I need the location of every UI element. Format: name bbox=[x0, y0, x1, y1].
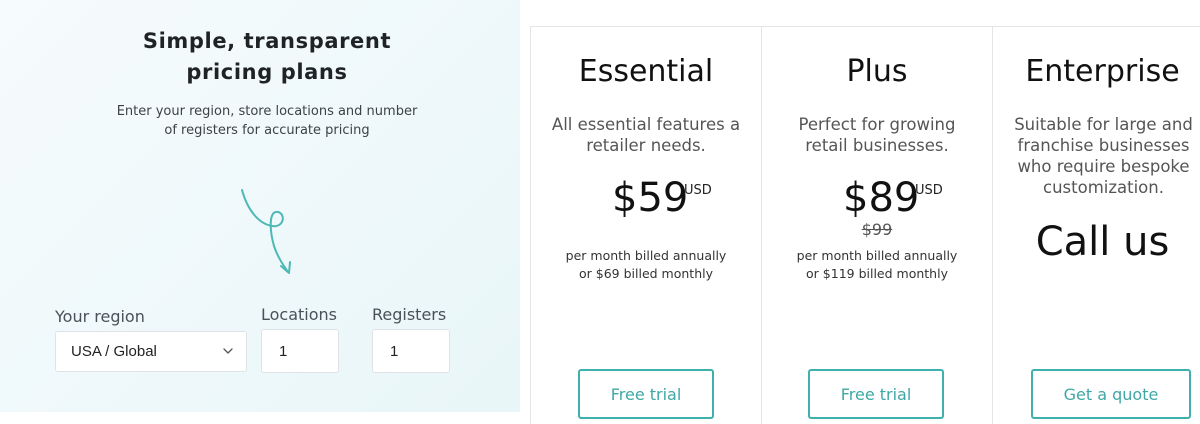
price-row: $89 USD bbox=[762, 175, 992, 225]
locations-value: 1 bbox=[279, 342, 288, 360]
plan-name: Enterprise bbox=[1025, 54, 1180, 89]
pricing-plans: Essential All essential features a retai… bbox=[530, 26, 1200, 424]
plan-name: Plus bbox=[846, 54, 908, 89]
registers-input[interactable]: 1 bbox=[372, 329, 450, 373]
billing-line: per month billed annually bbox=[565, 248, 727, 263]
plan-price: $89 bbox=[843, 175, 920, 221]
plan-description: Perfect for growing retail businesses. bbox=[770, 114, 984, 156]
plan-description-line: retailer needs. bbox=[586, 136, 706, 155]
price-currency: USD bbox=[684, 183, 712, 198]
free-trial-button[interactable]: Free trial bbox=[808, 369, 944, 419]
billing-info: per month billed annually or $119 billed… bbox=[762, 247, 992, 283]
plan-description-line: retail businesses. bbox=[805, 136, 949, 155]
headline-line-1: Simple, transparent bbox=[142, 29, 392, 53]
headline-line-2: pricing plans bbox=[186, 60, 348, 84]
plan-description-line: customization. bbox=[1043, 178, 1164, 197]
subtext-line-2: of registers for accurate pricing bbox=[164, 123, 370, 138]
billing-line: or $119 billed monthly bbox=[806, 266, 948, 281]
billing-info: per month billed annually or $69 billed … bbox=[531, 247, 761, 283]
plan-name: Essential bbox=[578, 54, 714, 89]
registers-label: Registers bbox=[372, 305, 447, 324]
plan-price: $59 bbox=[612, 175, 689, 221]
plan-card-plus: Plus Perfect for growing retail business… bbox=[761, 27, 992, 424]
billing-line: or $69 billed monthly bbox=[579, 266, 713, 281]
chevron-down-icon bbox=[223, 348, 233, 354]
plan-description: Suitable for large and franchise busines… bbox=[995, 114, 1200, 198]
intro-panel: Simple, transparent pricing plans Enter … bbox=[0, 0, 520, 412]
curly-arrow-down-icon bbox=[241, 189, 291, 274]
page-title: Simple, transparent pricing plans bbox=[90, 26, 444, 88]
intro-subtext: Enter your region, store locations and n… bbox=[110, 102, 424, 140]
free-trial-button[interactable]: Free trial bbox=[578, 369, 714, 419]
plan-card-essential: Essential All essential features a retai… bbox=[530, 27, 761, 424]
locations-label: Locations bbox=[261, 305, 338, 324]
plan-description-line: All essential features a bbox=[551, 115, 741, 134]
registers-value: 1 bbox=[390, 342, 399, 360]
get-a-quote-button[interactable]: Get a quote bbox=[1031, 369, 1191, 419]
plan-card-enterprise: Enterprise Suitable for large and franch… bbox=[992, 27, 1200, 424]
call-us-text: Call us bbox=[1035, 219, 1170, 265]
plan-description: All essential features a retailer needs. bbox=[539, 114, 753, 156]
plan-description-line: who require bespoke bbox=[1017, 157, 1190, 176]
original-price: $99 bbox=[861, 220, 893, 239]
price-currency: USD bbox=[915, 183, 943, 198]
region-select-value: USA / Global bbox=[71, 343, 157, 360]
plan-description-line: franchise businesses bbox=[1017, 136, 1190, 155]
subtext-line-1: Enter your region, store locations and n… bbox=[116, 104, 418, 119]
region-label: Your region bbox=[55, 307, 145, 326]
plan-description-line: Suitable for large and bbox=[1014, 115, 1193, 134]
locations-input[interactable]: 1 bbox=[261, 329, 339, 373]
plan-description-line: Perfect for growing bbox=[798, 115, 956, 134]
price-row: $59 USD bbox=[531, 175, 761, 225]
billing-line: per month billed annually bbox=[796, 248, 958, 263]
region-select[interactable]: USA / Global bbox=[55, 331, 247, 372]
